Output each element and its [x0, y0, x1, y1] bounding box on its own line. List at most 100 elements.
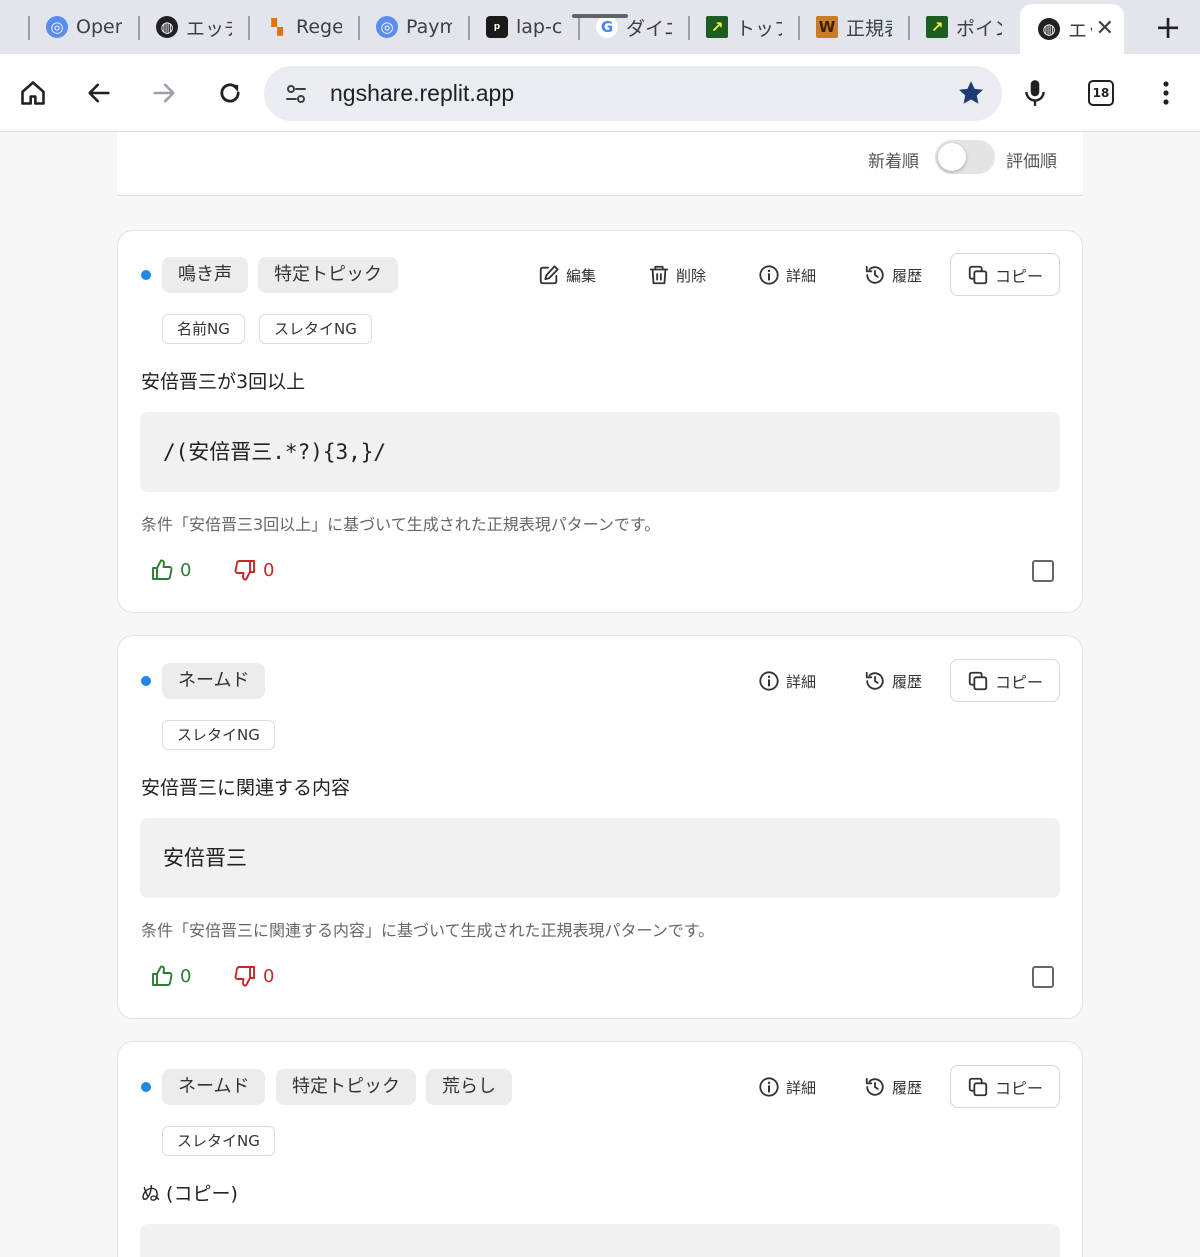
copy-icon	[968, 671, 988, 690]
tab-separator	[248, 16, 250, 40]
history-label: 履歴	[892, 266, 923, 285]
edit-button[interactable]: 編集	[538, 257, 596, 293]
info-icon	[759, 1077, 779, 1097]
tab-title: ポイン	[956, 17, 1002, 40]
trash-icon	[649, 265, 669, 285]
globe-icon: ◍	[1038, 18, 1060, 40]
edit-label: 編集	[566, 266, 597, 285]
address-bar[interactable]: ngshare.replit.app	[264, 66, 1002, 121]
tag-chip[interactable]: 特定トピック	[258, 257, 398, 293]
leaf-icon: ↗	[926, 16, 948, 38]
upvote-count: 0	[180, 965, 192, 987]
status-dot	[141, 1082, 151, 1092]
details-button[interactable]: 詳細	[758, 663, 816, 699]
pattern-title: 安倍晋三に関連する内容	[141, 777, 351, 799]
browser-tab[interactable]: ↗ ポイン	[908, 6, 1018, 48]
tab-separator	[798, 16, 800, 40]
details-label: 詳細	[786, 672, 817, 691]
history-button[interactable]: 履歴	[864, 1069, 922, 1105]
browser-tab[interactable]: ▚ Regex	[248, 6, 358, 48]
tag-chip[interactable]: 鳴き声	[162, 257, 248, 293]
copy-label: コピー	[994, 266, 1043, 286]
regex-pattern[interactable]	[140, 1224, 1060, 1257]
details-button[interactable]: 詳細	[758, 257, 816, 293]
browser-tab[interactable]: W 正規表	[798, 6, 908, 48]
voice-search-button[interactable]	[1015, 73, 1055, 113]
browser-tab-active[interactable]: ◍ エッ ✕	[1020, 4, 1124, 54]
page-content: 新着順 評価順 鳴き声 特定トピック 編集 削除 詳細 履歴 コピー 名前NG …	[0, 132, 1200, 1257]
browser-tab[interactable]: ◎ Open	[28, 6, 138, 48]
tag-chip[interactable]: ネームド	[162, 663, 266, 699]
back-button[interactable]	[79, 73, 119, 113]
openai-icon: ◎	[376, 16, 398, 38]
copy-button[interactable]: コピー	[950, 253, 1060, 296]
pattern-title: ぬ (コピー)	[141, 1183, 238, 1205]
sort-toggle[interactable]	[935, 140, 995, 174]
copy-button[interactable]: コピー	[950, 659, 1060, 702]
ng-type-chip: スレタイNG	[162, 720, 275, 750]
tab-title: 正規表	[846, 17, 892, 40]
pattern-title: 安倍晋三が3回以上	[141, 371, 306, 393]
upvote-button[interactable]: 0	[150, 964, 191, 988]
tab-separator	[908, 16, 910, 40]
browser-tab[interactable]: G ダイニ	[578, 6, 688, 48]
new-tab-button[interactable]: +	[1148, 8, 1188, 48]
history-button[interactable]: 履歴	[864, 663, 922, 699]
sort-newest-label[interactable]: 新着順	[868, 147, 919, 172]
browser-toolbar: ngshare.replit.app 18	[0, 54, 1200, 132]
select-checkbox[interactable]	[1032, 966, 1054, 988]
details-label: 詳細	[786, 1078, 817, 1097]
history-icon	[865, 1077, 884, 1096]
pattern-card: 鳴き声 特定トピック 編集 削除 詳細 履歴 コピー 名前NG スレタイNG 安…	[117, 230, 1083, 613]
browser-tab[interactable]: p lap-c	[468, 6, 578, 48]
pattern-note: 条件「安倍晋三に関連する内容」に基づいて生成された正規表現パターンです。	[141, 921, 715, 940]
info-icon	[759, 671, 779, 691]
tab-separator	[468, 16, 470, 40]
menu-button[interactable]	[1146, 73, 1186, 113]
tab-title: エッ	[1068, 19, 1092, 42]
browser-tab[interactable]: ◍ エッチ	[138, 6, 248, 48]
reload-button[interactable]	[210, 73, 250, 113]
select-checkbox[interactable]	[1032, 560, 1054, 582]
delete-button[interactable]: 削除	[648, 257, 706, 293]
leaf-icon: ↗	[706, 16, 728, 38]
tab-title: Open	[76, 16, 122, 38]
copy-button[interactable]: コピー	[950, 1065, 1060, 1108]
browser-tab[interactable]: ↗ トップ	[688, 6, 798, 48]
site-settings-icon[interactable]	[284, 82, 308, 106]
upvote-button[interactable]: 0	[150, 558, 191, 582]
copy-label: コピー	[994, 672, 1043, 692]
downvote-button[interactable]: 0	[233, 558, 274, 582]
status-dot	[141, 676, 151, 686]
star-icon[interactable]	[956, 78, 986, 108]
tab-separator	[578, 16, 580, 40]
home-button[interactable]	[13, 73, 53, 113]
tag-chip[interactable]: 特定トピック	[276, 1069, 416, 1105]
tab-separator	[28, 16, 30, 40]
details-button[interactable]: 詳細	[758, 1069, 816, 1105]
tab-title: エッチ	[186, 17, 232, 40]
tab-strip: ◎ Open ◍ エッチ ▚ Regex ◎ Paym p lap-c G ダイ…	[0, 0, 1200, 54]
copy-icon	[968, 1077, 988, 1096]
tab-title: トップ	[736, 17, 782, 40]
more-vertical-icon	[1163, 81, 1169, 105]
copy-label: コピー	[994, 1078, 1043, 1098]
microphone-icon	[1025, 80, 1045, 106]
sort-rating-label[interactable]: 評価順	[1006, 147, 1057, 172]
forward-button[interactable]	[144, 73, 184, 113]
regex-pattern[interactable]: 安倍晋三	[140, 818, 1060, 898]
regex-pattern[interactable]: /(安倍晋三.*?){3,}/	[140, 412, 1060, 492]
downvote-count: 0	[263, 965, 275, 987]
tag-chip[interactable]: ネームド	[162, 1069, 266, 1105]
close-icon[interactable]: ✕	[1096, 16, 1114, 41]
tab-title: ダイニ	[626, 17, 672, 40]
history-button[interactable]: 履歴	[864, 257, 922, 293]
tag-chip[interactable]: 荒らし	[426, 1069, 512, 1105]
tab-title: Regex	[296, 16, 342, 38]
pattern-note: 条件「安倍晋三3回以上」に基づいて生成された正規表現パターンです。	[141, 515, 661, 534]
downvote-button[interactable]: 0	[233, 964, 274, 988]
browser-tab[interactable]: ◎ Paym	[358, 6, 468, 48]
tab-count-button[interactable]: 18	[1088, 80, 1114, 106]
downvote-count: 0	[263, 559, 275, 581]
url-text[interactable]: ngshare.replit.app	[330, 80, 514, 107]
